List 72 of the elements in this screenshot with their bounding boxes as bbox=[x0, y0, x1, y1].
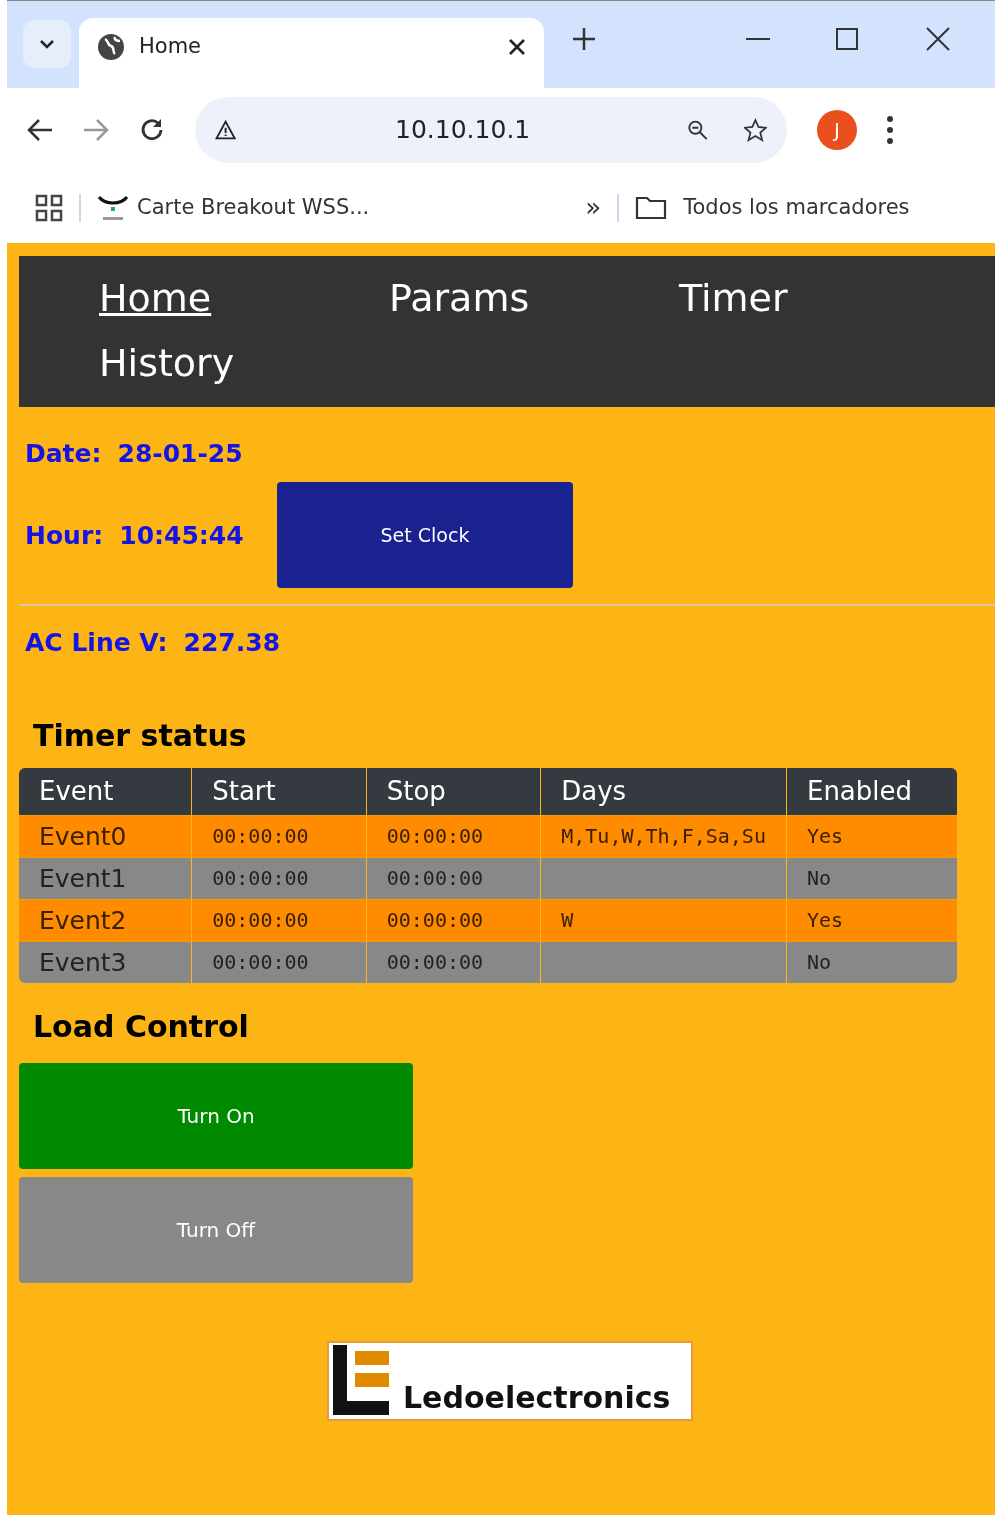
column-header: Event bbox=[19, 767, 192, 815]
table-cell: 00:00:00 bbox=[365, 940, 541, 983]
turn-off-button[interactable]: Turn Off bbox=[19, 1176, 413, 1283]
profile-avatar[interactable]: J bbox=[817, 110, 857, 150]
reload-icon bbox=[139, 117, 165, 143]
forward-button[interactable] bbox=[83, 118, 109, 142]
table-cell: Event1 bbox=[19, 856, 192, 899]
logo-mark-icon bbox=[333, 1344, 389, 1415]
nav-link[interactable]: Params bbox=[309, 266, 599, 332]
section-heading: Timer status bbox=[33, 717, 248, 754]
table-cell: Event3 bbox=[19, 940, 192, 983]
table-cell: 00:00:00 bbox=[365, 856, 541, 899]
more-bookmarks-button[interactable]: » bbox=[585, 188, 602, 227]
logo-text: Ledoelectronics bbox=[403, 1382, 671, 1413]
table-cell: 00:00:00 bbox=[191, 856, 366, 899]
nav-link[interactable]: Home bbox=[19, 266, 309, 332]
arrow-left-icon bbox=[27, 118, 53, 142]
more-icon bbox=[887, 116, 893, 144]
globe-icon bbox=[97, 33, 125, 61]
table-cell: 00:00:00 bbox=[191, 898, 366, 941]
nav-link[interactable]: History bbox=[19, 331, 309, 397]
ac-line-label: AC Line V: bbox=[25, 627, 168, 660]
address-field[interactable]: 10.10.10.1 bbox=[393, 110, 674, 150]
arrow-right-icon bbox=[83, 118, 109, 142]
close-icon bbox=[508, 38, 526, 56]
maximize-button[interactable] bbox=[836, 28, 858, 50]
set-clock-button[interactable]: Set Clock bbox=[277, 482, 573, 589]
table-cell: Event0 bbox=[19, 814, 192, 857]
menu-button[interactable] bbox=[887, 116, 893, 144]
minimize-icon bbox=[746, 37, 770, 41]
table-cell: 00:00:00 bbox=[191, 814, 366, 857]
column-header: Start bbox=[191, 767, 366, 815]
table-cell: No bbox=[785, 940, 957, 983]
plus-icon bbox=[572, 27, 596, 51]
browser-tab[interactable]: Home bbox=[79, 18, 544, 88]
close-tab-button[interactable] bbox=[508, 38, 526, 56]
table-cell: 00:00:00 bbox=[365, 814, 541, 857]
all-bookmarks-button[interactable]: Todos los marcadores bbox=[635, 191, 910, 224]
reload-button[interactable] bbox=[139, 117, 165, 143]
folder-icon bbox=[635, 195, 668, 220]
nav-link[interactable]: Timer bbox=[599, 266, 889, 332]
hour-label: Hour: bbox=[25, 519, 104, 552]
close-icon bbox=[926, 27, 950, 51]
table-cell: 00:00:00 bbox=[191, 940, 366, 983]
maximize-icon bbox=[836, 28, 858, 50]
table-cell: M,Tu,W,Th,F,Sa,Su bbox=[540, 814, 786, 857]
column-header: Days bbox=[540, 767, 786, 815]
address-bar[interactable]: 10.10.10.1 bbox=[195, 97, 787, 163]
hour-value: 10:45:44 bbox=[119, 519, 244, 552]
date-label: Date: bbox=[25, 437, 102, 470]
table-cell: W bbox=[540, 898, 786, 941]
date-value: 28-01-25 bbox=[117, 437, 243, 470]
ac-line-value: 227.38 bbox=[183, 627, 281, 660]
grid-icon bbox=[35, 193, 63, 222]
table-cell: Event2 bbox=[19, 898, 192, 941]
table-cell: No bbox=[785, 856, 957, 899]
close-window-button[interactable] bbox=[926, 27, 950, 51]
column-header: Enabled bbox=[785, 767, 957, 815]
table-cell: Yes bbox=[785, 814, 957, 857]
table-cell: Yes bbox=[785, 898, 957, 941]
section-heading: Load Control bbox=[33, 1008, 250, 1045]
new-tab-button[interactable] bbox=[572, 27, 596, 51]
apps-button[interactable] bbox=[35, 193, 63, 222]
back-button[interactable] bbox=[27, 118, 53, 142]
minimize-button[interactable] bbox=[746, 37, 770, 41]
table-cell: 00:00:00 bbox=[365, 898, 541, 941]
column-header: Stop bbox=[365, 767, 541, 815]
turn-on-button[interactable]: Turn On bbox=[19, 1062, 413, 1169]
bookmark[interactable]: Carte Breakout WSS... bbox=[97, 191, 370, 224]
tab-title: Home bbox=[139, 33, 202, 61]
chevron-down-icon bbox=[39, 39, 55, 49]
star-icon[interactable] bbox=[744, 115, 767, 145]
